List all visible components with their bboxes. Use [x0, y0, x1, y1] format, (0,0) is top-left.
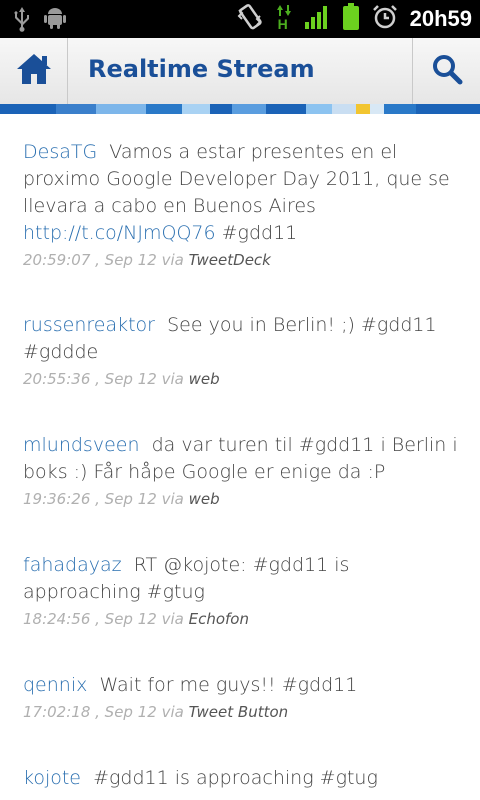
tweet-username[interactable]: mlundsveen	[23, 434, 140, 456]
tweet-source: Echofon	[188, 610, 249, 628]
tweet-timestamp: 20:55:36 , Sep 12 via	[23, 370, 184, 388]
action-bar: Realtime Stream	[0, 38, 480, 105]
list-item[interactable]: mlundsveen da var turen til #gdd11 i Ber…	[23, 432, 463, 508]
tweet-text: Wait for me guys!! #gdd11	[99, 674, 358, 696]
list-item[interactable]: kojote #gdd11 is approaching #gtug	[23, 765, 463, 792]
tweet-username[interactable]: kojote	[23, 767, 81, 789]
battery-icon	[342, 3, 360, 35]
list-item[interactable]: fahadayaz RT @kojote: #gdd11 is approach…	[23, 552, 463, 628]
network-type-label: H	[277, 16, 288, 32]
list-item[interactable]: DesaTG Vamos a estar presentes en el pro…	[23, 139, 463, 269]
tweet-source: web	[188, 490, 220, 508]
search-button[interactable]	[412, 38, 480, 104]
hspa-data-icon: H	[276, 5, 292, 33]
list-item[interactable]: russenreaktor See you in Berlin! ;) #gdd…	[23, 312, 463, 388]
home-button[interactable]	[0, 38, 68, 104]
alarm-icon	[372, 4, 398, 34]
tweet-timestamp: 20:59:07 , Sep 12 via	[23, 251, 184, 269]
tweet-timestamp: 19:36:26 , Sep 12 via	[23, 490, 184, 508]
tweet-list[interactable]: DesaTG Vamos a estar presentes en el pro…	[0, 114, 480, 800]
vibrate-icon	[236, 4, 264, 34]
tweet-timestamp: 18:24:56 , Sep 12 via	[23, 610, 184, 628]
tweet-text: #gdd11 is approaching #gtug	[93, 767, 378, 789]
tweet-username[interactable]: fahadayaz	[23, 554, 122, 576]
tweet-source: TweetDeck	[188, 251, 271, 269]
clock-time: 20h59	[409, 6, 472, 31]
tweet-username[interactable]: russenreaktor	[23, 314, 155, 336]
page-title: Realtime Stream	[88, 55, 315, 83]
tweet-source: Tweet Button	[188, 703, 289, 721]
usb-icon	[14, 6, 30, 36]
tweet-username[interactable]: qennix	[23, 674, 87, 696]
tweet-source: web	[188, 370, 220, 388]
home-icon	[15, 52, 53, 90]
tweet-username[interactable]: DesaTG	[23, 141, 97, 163]
header-color-stripe	[0, 104, 480, 114]
status-bar: H 20h59	[0, 0, 480, 38]
tweet-timestamp: 17:02:18 , Sep 12 via	[23, 703, 184, 721]
tweet-link[interactable]: http://t.co/NJmQQ76	[23, 222, 216, 244]
tweet-hashtag: #gdd11	[221, 222, 298, 244]
search-icon	[431, 53, 463, 89]
android-debug-icon	[44, 6, 66, 36]
list-item[interactable]: qennix Wait for me guys!! #gdd11 17:02:1…	[23, 672, 463, 721]
signal-icon	[304, 4, 330, 34]
